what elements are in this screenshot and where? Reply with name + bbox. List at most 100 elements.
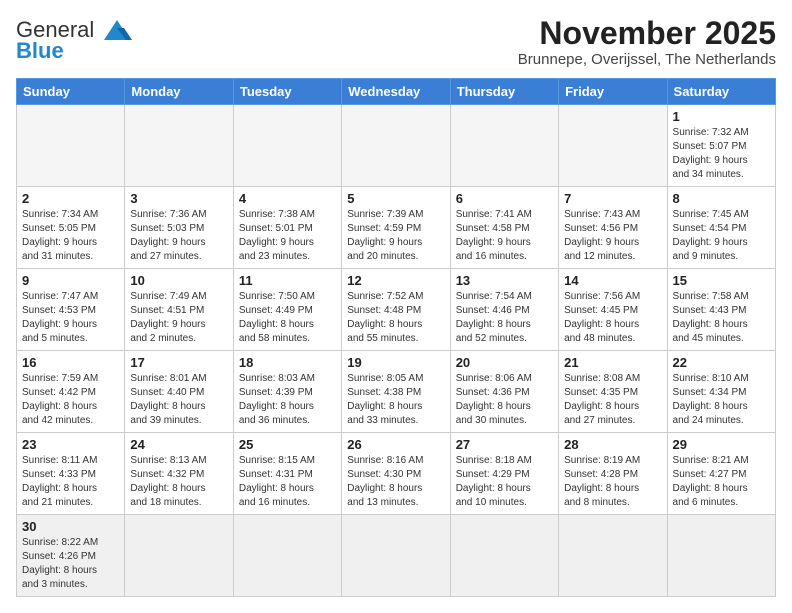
calendar-cell: 19Sunrise: 8:05 AM Sunset: 4:38 PM Dayli… [342,351,450,433]
day-number: 28 [564,437,661,452]
calendar-cell [450,515,558,597]
location-subtitle: Brunnepe, Overijssel, The Netherlands [518,51,776,68]
calendar-cell: 8Sunrise: 7:45 AM Sunset: 4:54 PM Daylig… [667,187,775,269]
calendar-cell: 20 Sunrise: 8:06 AM Sunset: 4:36 PM Dayli… [450,351,558,433]
day-info: Sunrise: 7:43 AM Sunset: 4:56 PM Dayligh… [564,208,661,264]
page-header: General Blue November 2025 Brunnepe, Ove… [16,16,776,68]
day-number: 14 [564,273,661,288]
calendar-cell: 26 Sunrise: 8:16 AM Sunset: 4:30 PM Dayli… [342,433,450,515]
day-number: 5 [347,191,444,206]
day-info: Sunrise: 8:22 AM Sunset: 4:26 PM Dayligh… [22,536,119,592]
calendar-cell: 10Sunrise: 7:49 AM Sunset: 4:51 PM Dayli… [125,269,233,351]
day-number: 18 [239,355,336,370]
day-number: 30 [22,519,119,534]
calendar-cell [125,105,233,187]
day-info: Sunrise: 8:18 AM Sunset: 4:29 PM Dayligh… [456,454,553,510]
calendar-cell: 28 Sunrise: 8:19 AM Sunset: 4:28 PM Dayli… [559,433,667,515]
calendar-cell: 21 Sunrise: 8:08 AM Sunset: 4:35 PM Dayli… [559,351,667,433]
calendar-cell [125,515,233,597]
calendar-cell: 16Sunrise: 7:59 AM Sunset: 4:42 PM Dayli… [17,351,125,433]
day-number: 11 [239,273,336,288]
logo-icon [98,16,136,44]
calendar-cell: 5 Sunrise: 7:39 AM Sunset: 4:59 PM Daylig… [342,187,450,269]
day-info: Sunrise: 8:10 AM Sunset: 4:34 PM Dayligh… [673,372,770,428]
header-monday: Monday [125,79,233,105]
day-info: Sunrise: 7:52 AM Sunset: 4:48 PM Dayligh… [347,290,444,346]
day-number: 22 [673,355,770,370]
day-info: Sunrise: 8:16 AM Sunset: 4:30 PM Dayligh… [347,454,444,510]
day-number: 6 [456,191,553,206]
day-number: 9 [22,273,119,288]
calendar-cell: 2 Sunrise: 7:34 AM Sunset: 5:05 PM Daylig… [17,187,125,269]
calendar-row-5: 30 Sunrise: 8:22 AM Sunset: 4:26 PM Dayli… [17,515,776,597]
day-number: 7 [564,191,661,206]
calendar-cell [342,515,450,597]
calendar-cell: 24 Sunrise: 8:13 AM Sunset: 4:32 PM Dayli… [125,433,233,515]
header-saturday: Saturday [667,79,775,105]
day-info: Sunrise: 7:49 AM Sunset: 4:51 PM Dayligh… [130,290,227,346]
calendar-cell: 30 Sunrise: 8:22 AM Sunset: 4:26 PM Dayli… [17,515,125,597]
day-number: 4 [239,191,336,206]
day-number: 25 [239,437,336,452]
calendar-cell [450,105,558,187]
day-info: Sunrise: 7:47 AM Sunset: 4:53 PM Dayligh… [22,290,119,346]
day-info: Sunrise: 7:38 AM Sunset: 5:01 PM Dayligh… [239,208,336,264]
calendar-cell: 9 Sunrise: 7:47 AM Sunset: 4:53 PM Daylig… [17,269,125,351]
day-info: Sunrise: 8:08 AM Sunset: 4:35 PM Dayligh… [564,372,661,428]
calendar-cell: 1 Sunrise: 7:32 AM Sunset: 5:07 PM Daylig… [667,105,775,187]
calendar-table: Sunday Monday Tuesday Wednesday Thursday… [16,78,776,597]
calendar-cell: 22 Sunrise: 8:10 AM Sunset: 4:34 PM Dayli… [667,351,775,433]
calendar-cell: 23Sunrise: 8:11 AM Sunset: 4:33 PM Dayli… [17,433,125,515]
calendar-cell [667,515,775,597]
day-info: Sunrise: 8:19 AM Sunset: 4:28 PM Dayligh… [564,454,661,510]
calendar-cell: 7 Sunrise: 7:43 AM Sunset: 4:56 PM Daylig… [559,187,667,269]
day-info: Sunrise: 7:39 AM Sunset: 4:59 PM Dayligh… [347,208,444,264]
header-tuesday: Tuesday [233,79,341,105]
calendar-cell: 27Sunrise: 8:18 AM Sunset: 4:29 PM Dayli… [450,433,558,515]
header-wednesday: Wednesday [342,79,450,105]
day-info: Sunrise: 8:06 AM Sunset: 4:36 PM Dayligh… [456,372,553,428]
day-info: Sunrise: 7:54 AM Sunset: 4:46 PM Dayligh… [456,290,553,346]
calendar-row-1: 2 Sunrise: 7:34 AM Sunset: 5:05 PM Daylig… [17,187,776,269]
day-info: Sunrise: 7:32 AM Sunset: 5:07 PM Dayligh… [673,126,770,182]
day-info: Sunrise: 7:41 AM Sunset: 4:58 PM Dayligh… [456,208,553,264]
calendar-cell: 3 Sunrise: 7:36 AM Sunset: 5:03 PM Daylig… [125,187,233,269]
calendar-cell: 25 Sunrise: 8:15 AM Sunset: 4:31 PM Dayli… [233,433,341,515]
day-info: Sunrise: 8:03 AM Sunset: 4:39 PM Dayligh… [239,372,336,428]
calendar-cell: 12Sunrise: 7:52 AM Sunset: 4:48 PM Dayli… [342,269,450,351]
day-info: Sunrise: 7:34 AM Sunset: 5:05 PM Dayligh… [22,208,119,264]
day-number: 23 [22,437,119,452]
day-info: Sunrise: 7:45 AM Sunset: 4:54 PM Dayligh… [673,208,770,264]
day-number: 26 [347,437,444,452]
day-number: 17 [130,355,227,370]
calendar-row-4: 23Sunrise: 8:11 AM Sunset: 4:33 PM Dayli… [17,433,776,515]
calendar-cell: 6 Sunrise: 7:41 AM Sunset: 4:58 PM Daylig… [450,187,558,269]
day-number: 13 [456,273,553,288]
day-number: 20 [456,355,553,370]
calendar-cell: 13 Sunrise: 7:54 AM Sunset: 4:46 PM Dayli… [450,269,558,351]
day-number: 24 [130,437,227,452]
header-friday: Friday [559,79,667,105]
calendar-cell [233,105,341,187]
day-number: 3 [130,191,227,206]
day-number: 21 [564,355,661,370]
day-number: 29 [673,437,770,452]
day-number: 2 [22,191,119,206]
day-info: Sunrise: 7:59 AM Sunset: 4:42 PM Dayligh… [22,372,119,428]
header-thursday: Thursday [450,79,558,105]
day-number: 19 [347,355,444,370]
day-info: Sunrise: 8:15 AM Sunset: 4:31 PM Dayligh… [239,454,336,510]
calendar-header-row: Sunday Monday Tuesday Wednesday Thursday… [17,79,776,105]
header-sunday: Sunday [17,79,125,105]
day-info: Sunrise: 7:58 AM Sunset: 4:43 PM Dayligh… [673,290,770,346]
calendar-row-0: 1 Sunrise: 7:32 AM Sunset: 5:07 PM Daylig… [17,105,776,187]
calendar-cell [233,515,341,597]
day-info: Sunrise: 7:50 AM Sunset: 4:49 PM Dayligh… [239,290,336,346]
day-info: Sunrise: 7:36 AM Sunset: 5:03 PM Dayligh… [130,208,227,264]
day-info: Sunrise: 8:13 AM Sunset: 4:32 PM Dayligh… [130,454,227,510]
day-number: 1 [673,109,770,124]
day-info: Sunrise: 7:56 AM Sunset: 4:45 PM Dayligh… [564,290,661,346]
calendar-row-2: 9 Sunrise: 7:47 AM Sunset: 4:53 PM Daylig… [17,269,776,351]
calendar-cell: 11 Sunrise: 7:50 AM Sunset: 4:49 PM Dayli… [233,269,341,351]
calendar-cell [559,515,667,597]
